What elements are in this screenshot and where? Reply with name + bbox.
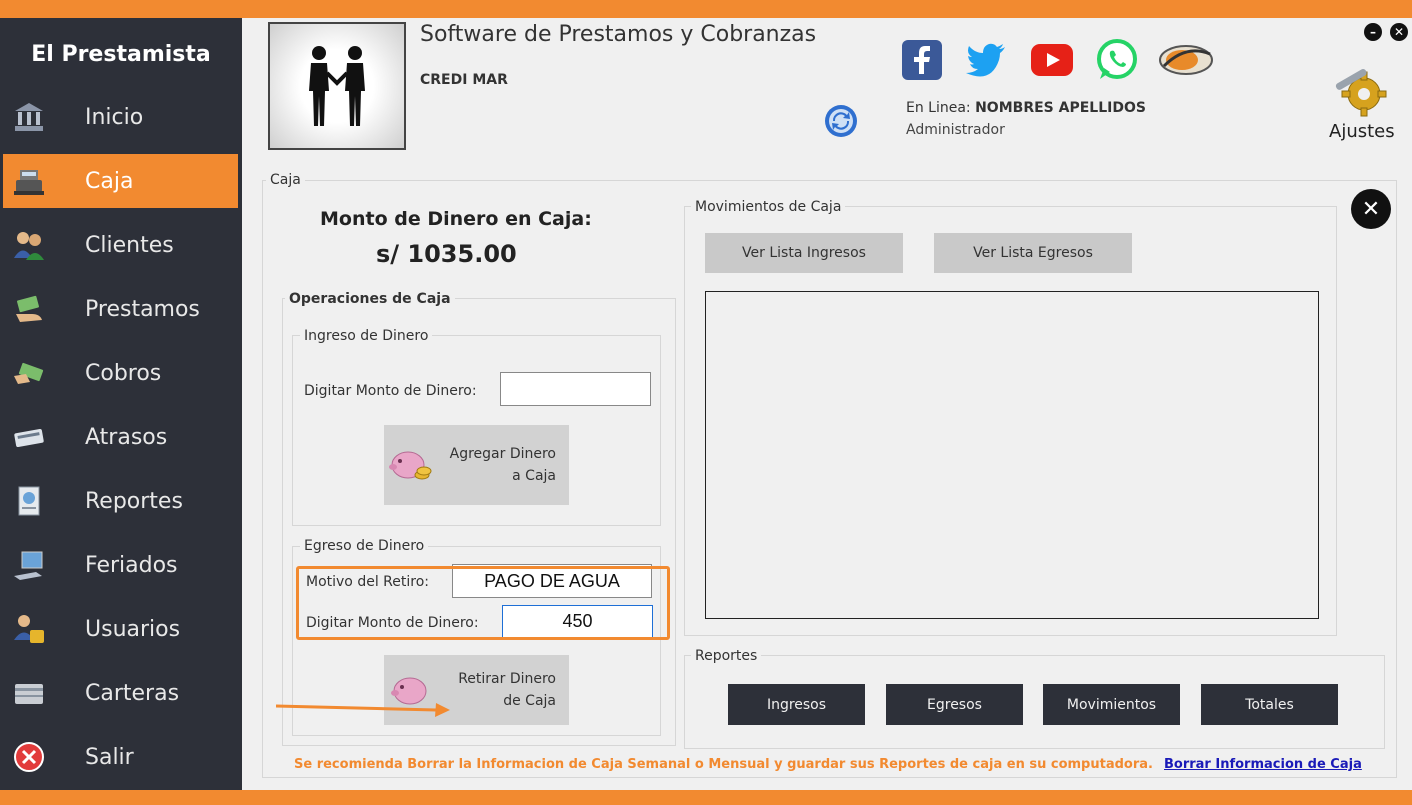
caja-group-title: Caja	[266, 172, 305, 188]
refresh-icon[interactable]	[823, 103, 859, 139]
piggy-bank-icon	[388, 445, 432, 485]
sidebar-item-label: Prestamos	[85, 296, 200, 322]
close-icon[interactable]: ✕	[1351, 189, 1391, 229]
reporte-movimientos-button[interactable]: Movimientos	[1043, 684, 1180, 725]
sidebar-item-label: Cobros	[85, 360, 162, 386]
sidebar: El Prestamista Inicio Caja Clientes Pres…	[0, 18, 242, 790]
sidebar-item-salir[interactable]: Salir	[3, 730, 238, 784]
sidebar-item-inicio[interactable]: Inicio	[3, 90, 238, 144]
bottom-accent-bar	[0, 790, 1412, 805]
monto-caja-label: Monto de Dinero en Caja:	[320, 208, 592, 230]
report-icon	[9, 481, 49, 521]
online-user: NOMBRES APELLIDOS	[975, 100, 1146, 116]
money-icon	[9, 353, 49, 393]
sidebar-item-feriados[interactable]: Feriados	[3, 538, 238, 592]
sidebar-item-label: Clientes	[85, 232, 174, 258]
sidebar-item-clientes[interactable]: Clientes	[3, 218, 238, 272]
online-status: En Linea: NOMBRES APELLIDOS	[906, 100, 1146, 116]
user-role: Administrador	[906, 122, 1005, 138]
window-close-icon[interactable]: ✕	[1390, 23, 1408, 41]
operaciones-title: Operaciones de Caja	[285, 291, 455, 307]
calendar-icon	[9, 417, 49, 457]
agregar-dinero-label: Agregar Dinero a Caja	[444, 443, 556, 487]
highlight-frame	[296, 566, 670, 640]
youtube-icon[interactable]	[1030, 38, 1074, 82]
twitter-icon[interactable]	[964, 38, 1008, 82]
sidebar-item-label: Salir	[85, 744, 134, 770]
ver-ingresos-button[interactable]: Ver Lista Ingresos	[705, 233, 903, 273]
footer-note: Se recomienda Borrar la Informacion de C…	[294, 757, 1153, 772]
settings-label[interactable]: Ajustes	[1329, 121, 1395, 142]
ingreso-monto-label: Digitar Monto de Dinero:	[304, 383, 477, 399]
ingreso-title: Ingreso de Dinero	[300, 328, 433, 344]
top-accent-bar	[0, 0, 1412, 18]
sidebar-item-prestamos[interactable]: Prestamos	[3, 282, 238, 336]
sidebar-item-atrasos[interactable]: Atrasos	[3, 410, 238, 464]
sidebar-item-label: Reportes	[85, 488, 183, 514]
money-hand-icon	[9, 289, 49, 329]
web-icon[interactable]	[1158, 38, 1214, 82]
retirar-dinero-label: Retirar Dinero de Caja	[444, 668, 556, 712]
movimientos-title: Movimientos de Caja	[691, 199, 846, 215]
computer-icon	[9, 545, 49, 585]
movimientos-list[interactable]	[705, 291, 1319, 619]
sidebar-item-label: Caja	[85, 168, 134, 194]
sidebar-item-reportes[interactable]: Reportes	[3, 474, 238, 528]
brand-title: El Prestamista	[31, 42, 211, 67]
agregar-dinero-button[interactable]: Agregar Dinero a Caja	[384, 425, 569, 505]
reporte-egresos-button[interactable]: Egresos	[886, 684, 1023, 725]
exit-icon	[9, 737, 49, 777]
annotation-arrow	[276, 703, 450, 717]
agregar-line1: Agregar Dinero	[449, 446, 556, 462]
sidebar-item-caja[interactable]: Caja	[3, 154, 238, 208]
agregar-line2: a Caja	[512, 468, 556, 484]
reporte-ingresos-button[interactable]: Ingresos	[728, 684, 865, 725]
company-name: CREDI MAR	[420, 72, 508, 88]
sidebar-item-label: Carteras	[85, 680, 180, 706]
whatsapp-icon[interactable]	[1095, 38, 1139, 82]
sidebar-item-label: Inicio	[85, 104, 144, 130]
ver-egresos-button[interactable]: Ver Lista Egresos	[934, 233, 1132, 273]
online-prefix: En Linea:	[906, 100, 971, 116]
sidebar-item-carteras[interactable]: Carteras	[3, 666, 238, 720]
egreso-title: Egreso de Dinero	[300, 538, 429, 554]
app-logo	[268, 22, 406, 150]
cash-register-icon	[9, 161, 49, 201]
sidebar-item-cobros[interactable]: Cobros	[3, 346, 238, 400]
ingreso-monto-input[interactable]	[500, 372, 651, 406]
sidebar-item-label: Atrasos	[85, 424, 168, 450]
sidebar-item-usuarios[interactable]: Usuarios	[3, 602, 238, 656]
sidebar-item-label: Feriados	[85, 552, 178, 578]
facebook-icon[interactable]	[900, 38, 944, 82]
sidebar-item-label: Usuarios	[85, 616, 181, 642]
retirar-line2: de Caja	[503, 693, 556, 709]
borrar-info-link[interactable]: Borrar Informacion de Caja	[1164, 757, 1362, 772]
user-lock-icon	[9, 609, 49, 649]
app-title: Software de Prestamos y Cobranzas	[420, 22, 817, 47]
reporte-totales-button[interactable]: Totales	[1201, 684, 1338, 725]
users-icon	[9, 225, 49, 265]
bank-icon	[9, 97, 49, 137]
wallet-icon	[9, 673, 49, 713]
gear-icon[interactable]	[1330, 62, 1390, 118]
reportes-title: Reportes	[691, 648, 762, 664]
minimize-icon[interactable]: –	[1364, 23, 1382, 41]
retirar-line1: Retirar Dinero	[458, 671, 556, 687]
monto-caja-value: s/ 1035.00	[376, 240, 517, 268]
